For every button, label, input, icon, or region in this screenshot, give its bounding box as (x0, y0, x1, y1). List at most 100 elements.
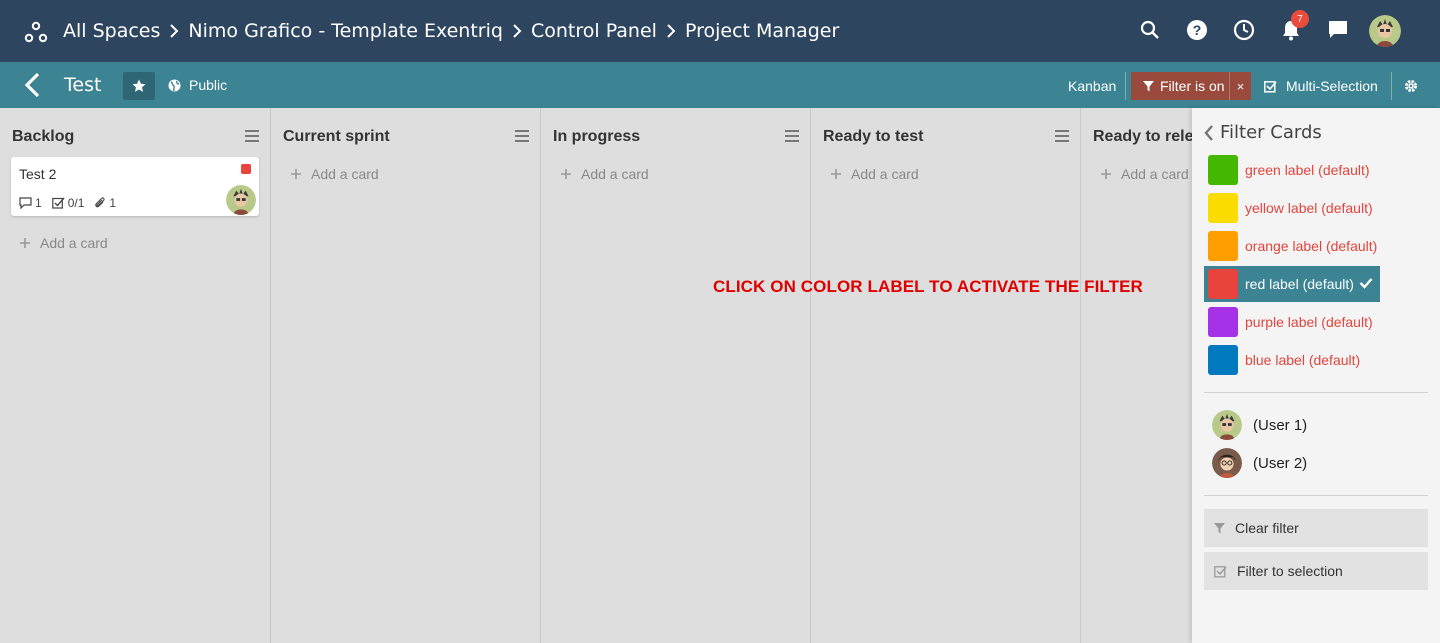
color-swatch (1208, 193, 1238, 223)
plus-icon (291, 169, 301, 179)
breadcrumb-space[interactable]: Nimo Grafico - Template Exentriq (188, 20, 503, 42)
view-kanban-button[interactable]: Kanban (1068, 78, 1116, 94)
user-filter-1[interactable]: (User 1) (1212, 410, 1307, 440)
add-card-label: Add a card (311, 166, 379, 182)
chevron-right-icon (160, 24, 188, 38)
user-name: (User 2) (1253, 454, 1308, 472)
checklist-icon (51, 197, 65, 209)
board-header: Test Public Kanban Filter is on × Multi-… (0, 62, 1440, 108)
filter-panel: Filter Cards green label (default) yello… (1192, 108, 1440, 643)
label-filter-purple[interactable]: purple label (default) (1204, 304, 1380, 340)
color-swatch (1208, 345, 1238, 375)
clock-icon[interactable] (1232, 18, 1256, 42)
back-arrow-icon[interactable] (22, 72, 44, 98)
chat-icon[interactable] (1326, 18, 1350, 42)
add-card-button[interactable]: Add a card (20, 235, 108, 251)
add-card-label: Add a card (40, 235, 108, 251)
add-card-button[interactable]: Add a card (561, 166, 649, 182)
column-title: Current sprint (283, 128, 390, 145)
label-name: red label (default) (1245, 276, 1354, 292)
column-title: In progress (553, 128, 641, 145)
card[interactable]: Test 2 1 0/1 1 (11, 157, 259, 216)
add-card-label: Add a card (581, 166, 649, 182)
menu-icon[interactable] (1055, 129, 1069, 142)
visibility-label: Public (189, 77, 228, 93)
svg-text:?: ? (1193, 22, 1202, 38)
plus-icon (1101, 169, 1111, 179)
board-title: Test (64, 74, 102, 96)
breadcrumb-all-spaces[interactable]: All Spaces (63, 20, 160, 42)
clear-filter-label: Clear filter (1235, 520, 1299, 536)
star-icon (132, 79, 146, 92)
clear-filter-x-button[interactable]: × (1229, 72, 1251, 100)
divider (1391, 72, 1392, 100)
gear-icon[interactable] (1404, 79, 1418, 93)
column-title: Ready to test (823, 128, 924, 145)
spaces-icon[interactable] (24, 20, 48, 44)
breadcrumb-project-manager[interactable]: Project Manager (685, 20, 839, 42)
label-filter-orange[interactable]: orange label (default) (1204, 228, 1380, 264)
help-icon[interactable]: ? (1185, 18, 1209, 42)
instruction-annotation: CLICK ON COLOR LABEL TO ACTIVATE THE FIL… (713, 277, 1143, 296)
color-swatch (1208, 231, 1238, 261)
filter-panel-title: Filter Cards (1220, 122, 1322, 143)
label-name: blue label (default) (1245, 352, 1361, 368)
clear-filter-button[interactable]: Clear filter (1204, 509, 1428, 547)
filter-to-selection-button[interactable]: Filter to selection (1204, 552, 1428, 590)
checkbox-icon (1264, 80, 1277, 93)
menu-icon[interactable] (515, 129, 529, 142)
label-name: purple label (default) (1245, 314, 1373, 330)
notification-badge: 7 (1291, 10, 1309, 28)
plus-icon (831, 169, 841, 179)
chevron-right-icon (503, 24, 531, 38)
attachments-badge: 1 (94, 196, 116, 210)
add-card-button[interactable]: Add a card (831, 166, 919, 182)
menu-icon[interactable] (785, 129, 799, 142)
label-filter-green[interactable]: green label (default) (1204, 152, 1380, 188)
paperclip-icon (95, 197, 105, 208)
filter-status-label: Filter is on (1160, 78, 1225, 94)
comments-badge: 1 (19, 196, 42, 210)
column-ready-to-test: Ready to test Add a card (811, 108, 1081, 643)
breadcrumb-control-panel[interactable]: Control Panel (531, 20, 657, 42)
card-badges: 1 0/1 1 (19, 196, 116, 210)
label-filter-red[interactable]: red label (default) (1204, 266, 1380, 302)
filter-icon (1143, 80, 1154, 92)
column-title: Ready to rele (1093, 128, 1192, 145)
chevron-right-icon (657, 24, 685, 38)
add-card-button[interactable]: Add a card (291, 166, 379, 182)
comment-icon (19, 197, 32, 209)
checklist-badge: 0/1 (51, 196, 84, 210)
avatar (1212, 448, 1242, 478)
user-filter-2[interactable]: (User 2) (1212, 448, 1307, 478)
column-current-sprint: Current sprint Add a card (271, 108, 541, 643)
label-filter-blue[interactable]: blue label (default) (1204, 342, 1380, 378)
menu-icon[interactable] (245, 129, 259, 142)
filter-panel-header[interactable]: Filter Cards (1204, 122, 1322, 143)
color-swatch (1208, 307, 1238, 337)
checkmark-icon (1359, 278, 1373, 289)
add-card-button[interactable]: Add a card (1101, 166, 1189, 182)
filter-status-button[interactable]: Filter is on × (1131, 72, 1251, 100)
avatar[interactable] (1369, 15, 1401, 47)
label-name: yellow label (default) (1245, 200, 1373, 216)
search-icon[interactable] (1138, 18, 1162, 42)
plus-icon (561, 169, 571, 179)
add-card-label: Add a card (1121, 166, 1189, 182)
visibility-toggle[interactable]: Public (168, 77, 227, 93)
divider (1204, 392, 1428, 393)
avatar (1212, 410, 1242, 440)
star-button[interactable] (123, 72, 155, 100)
divider (1204, 495, 1428, 496)
divider (1125, 72, 1126, 100)
chevron-left-icon (1204, 124, 1213, 141)
plus-icon (20, 238, 30, 248)
color-swatch (1208, 155, 1238, 185)
card-label-red (241, 164, 251, 174)
column-in-progress: In progress Add a card (541, 108, 811, 643)
multi-selection-button[interactable]: Multi-Selection (1264, 78, 1378, 94)
multi-selection-label: Multi-Selection (1286, 78, 1378, 94)
card-title: Test 2 (19, 166, 57, 182)
label-filter-yellow[interactable]: yellow label (default) (1204, 190, 1380, 226)
checkbox-icon (1214, 565, 1227, 578)
